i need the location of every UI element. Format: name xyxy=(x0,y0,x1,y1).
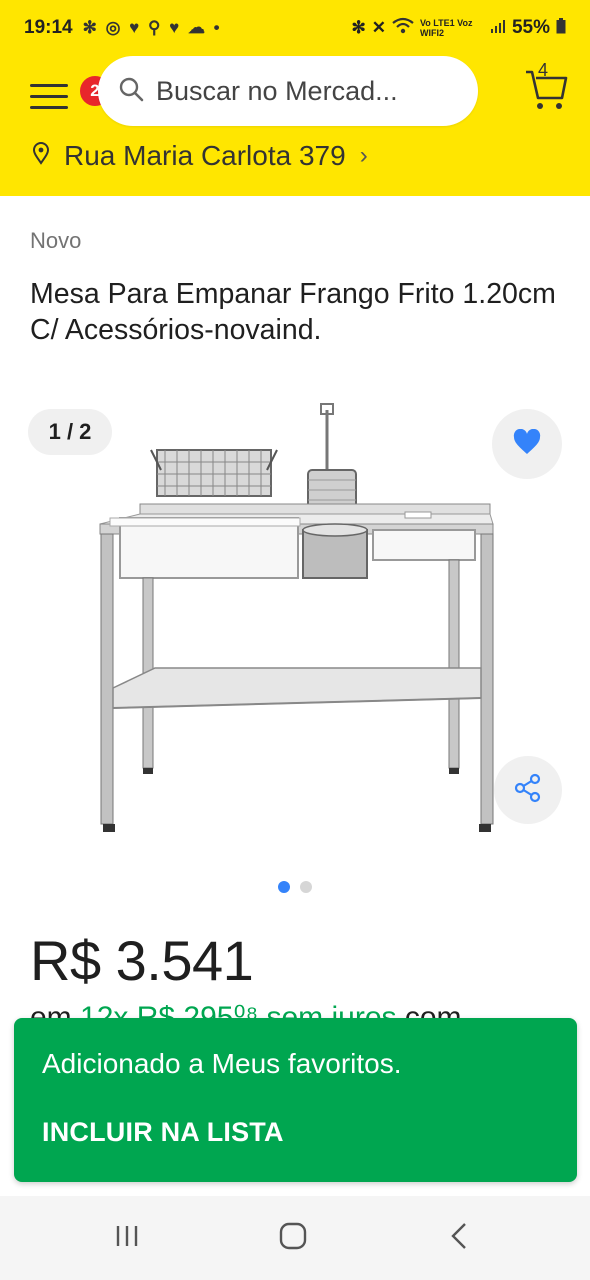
pagination-dot-active[interactable] xyxy=(278,881,290,893)
notification-icons: ✻ ◎ ♥ ⚲ ♥ ☁ • xyxy=(82,18,222,37)
add-to-list-button[interactable]: INCLUIR NA LISTA xyxy=(42,1117,284,1148)
product-image[interactable] xyxy=(95,400,495,840)
status-bar: 19:14 ✻ ◎ ♥ ⚲ ♥ ☁ • ✻ ✕ Vo LTE1 Voz WIFI… xyxy=(0,0,590,56)
app-header: 2 Buscar no Mercad... 4 Rua Maria Carlot… xyxy=(0,56,590,196)
heart-icon xyxy=(513,428,541,460)
pagination-dot[interactable] xyxy=(300,881,312,893)
gallery-pagination xyxy=(0,881,590,893)
product-title: Mesa Para Empanar Frango Frito 1.20cm C/… xyxy=(30,278,556,346)
location-pin-icon xyxy=(32,140,50,172)
mute-icon: ✕ xyxy=(371,18,386,37)
network-labels: Vo LTE1 Voz WIFI2 xyxy=(419,18,473,38)
recent-apps-button[interactable] xyxy=(102,1216,152,1260)
chevron-right-icon: › xyxy=(359,142,368,169)
product-condition: Novo xyxy=(30,228,82,253)
share-icon xyxy=(513,773,543,808)
search-icon xyxy=(118,76,144,107)
favorite-button[interactable] xyxy=(492,409,562,479)
home-icon xyxy=(278,1221,308,1256)
cart-button[interactable]: 4 xyxy=(524,60,568,112)
status-time: 19:14 xyxy=(24,17,73,38)
back-icon xyxy=(447,1221,471,1256)
address-text: Rua Maria Carlota 379 xyxy=(64,140,346,171)
home-button[interactable] xyxy=(268,1216,318,1260)
search-placeholder: Buscar no Mercad... xyxy=(156,75,398,106)
bluetooth-icon: ✻ xyxy=(351,18,366,37)
share-button[interactable] xyxy=(494,756,562,824)
battery-icon xyxy=(556,17,566,39)
favorite-snackbar: Adicionado a Meus favoritos. INCLUIR NA … xyxy=(14,1018,577,1182)
status-right: ✻ ✕ Vo LTE1 Voz WIFI2 55% xyxy=(351,17,566,40)
back-button[interactable] xyxy=(434,1216,484,1260)
signal-icon xyxy=(490,18,506,39)
recent-apps-icon xyxy=(113,1222,141,1255)
cart-icon xyxy=(524,70,568,116)
delivery-address[interactable]: Rua Maria Carlota 379 › xyxy=(32,136,368,176)
menu-button[interactable]: 2 xyxy=(28,72,112,120)
wifi-icon xyxy=(392,17,414,40)
snackbar-message: Adicionado a Meus favoritos. xyxy=(42,1048,402,1079)
cart-count: 4 xyxy=(538,60,549,80)
system-nav-bar xyxy=(0,1196,590,1280)
search-bar[interactable]: Buscar no Mercad... xyxy=(98,56,478,126)
product-price: R$ 3.541 xyxy=(30,929,254,992)
battery-level: 55% xyxy=(511,17,550,38)
product-gallery[interactable]: 1 / 2 xyxy=(0,395,590,865)
